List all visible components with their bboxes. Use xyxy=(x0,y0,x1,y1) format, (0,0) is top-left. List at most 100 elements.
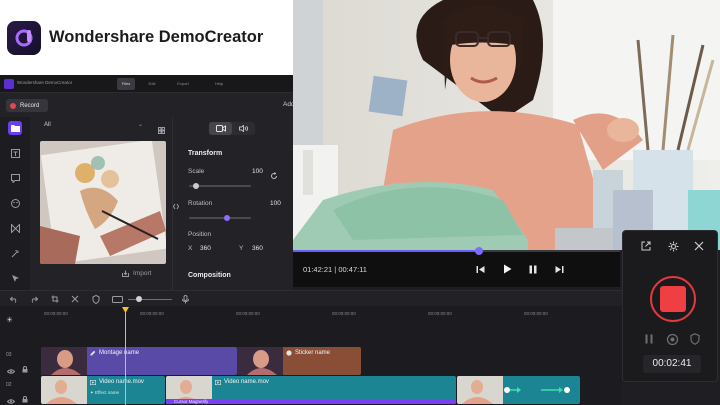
scale-slider-knob[interactable] xyxy=(193,183,199,189)
mark-shield-icon[interactable] xyxy=(91,294,101,304)
microphone-icon[interactable] xyxy=(180,294,190,304)
chevron-down-icon[interactable]: ⌄ xyxy=(138,121,143,128)
playback-progress-knob[interactable] xyxy=(475,247,484,255)
reset-icon[interactable] xyxy=(270,167,278,185)
play-icon[interactable] xyxy=(500,262,514,276)
clip-effect-name: ✦ Effect name xyxy=(90,390,119,396)
fit-timeline-icon[interactable] xyxy=(111,294,123,304)
window-title: Wondershare DemoCreator xyxy=(17,80,73,85)
ruler-label: 00:00:00:00 xyxy=(140,311,164,316)
sidebar-cursor-icon[interactable] xyxy=(8,271,22,285)
clip-name: Video name.mov xyxy=(224,379,269,385)
current-time: 01:42:21 xyxy=(303,265,333,274)
player-controls: 01:42:21 | 00:47:11 xyxy=(293,247,620,287)
split-icon[interactable] xyxy=(70,294,80,304)
collapse-handle-icon[interactable] xyxy=(172,197,180,215)
video-clip-transition[interactable] xyxy=(457,376,580,404)
open-external-icon[interactable] xyxy=(639,239,653,253)
crop-icon[interactable] xyxy=(50,294,60,304)
shield-icon[interactable] xyxy=(687,331,703,347)
cursor-effect-bar[interactable]: Cursor Magnetify xyxy=(166,399,456,404)
rotation-slider[interactable] xyxy=(189,217,251,219)
clip-label: Sticker name xyxy=(286,350,330,356)
clip-thumbnail xyxy=(41,347,87,375)
lock-icon[interactable] xyxy=(22,390,28,405)
properties-panel: Transform Scale 100 Rotation 100 Positio… xyxy=(172,117,293,290)
tab-files[interactable]: Files xyxy=(117,78,135,90)
sidebar-media-icon[interactable] xyxy=(8,121,22,135)
media-thumbnail[interactable] xyxy=(40,141,166,264)
undo-icon[interactable] xyxy=(9,294,19,304)
rotation-value[interactable]: 100 xyxy=(270,200,281,207)
sidebar-text-icon[interactable] xyxy=(8,146,22,160)
playback-progress-bar[interactable] xyxy=(293,247,620,255)
tab-edit[interactable]: Edit xyxy=(143,78,161,90)
tab-help[interactable]: Help xyxy=(210,78,228,90)
close-icon[interactable] xyxy=(692,239,706,253)
democreator-logo-icon xyxy=(7,20,41,55)
video-clip[interactable]: Video name.mov ✦ Effect name xyxy=(41,376,165,404)
sidebar-transitions-icon[interactable] xyxy=(8,221,22,235)
ruler-label: 00:00:00:00 xyxy=(44,311,68,316)
record-dot-icon xyxy=(10,102,16,109)
video-tab-button[interactable] xyxy=(209,122,232,135)
clip-name: Montage name xyxy=(99,350,140,356)
video-clip[interactable]: Video name.mov Cursor Magnetify xyxy=(166,376,456,404)
pause-recording-icon[interactable] xyxy=(641,331,657,347)
media-library-panel: All ⌄ Import xyxy=(30,117,172,290)
sticker-clip[interactable]: Sticker name xyxy=(237,347,361,375)
import-label: Import xyxy=(133,270,152,277)
sidebar-annotation-icon[interactable] xyxy=(8,171,22,185)
stop-recording-button[interactable] xyxy=(650,276,696,322)
screenshot-root: Wondershare DemoCreator Wondershare Demo… xyxy=(0,0,720,405)
video-file-icon xyxy=(90,379,96,385)
scale-value[interactable]: 100 xyxy=(252,168,263,175)
import-icon xyxy=(122,270,129,277)
camera-icon xyxy=(215,125,226,132)
sidebar-stickers-icon[interactable] xyxy=(8,196,22,210)
brand-header: Wondershare DemoCreator xyxy=(0,0,293,75)
record-label: Record xyxy=(20,102,40,109)
position-x-label: X xyxy=(188,245,193,252)
add-track-icon[interactable] xyxy=(6,310,13,328)
audio-tab-button[interactable] xyxy=(232,122,255,135)
restart-recording-icon[interactable] xyxy=(664,331,680,347)
app-logo-icon xyxy=(4,79,14,89)
tab-export[interactable]: Export xyxy=(174,78,192,90)
clip-thumbnail xyxy=(237,347,283,375)
zoom-slider-knob[interactable] xyxy=(136,296,142,302)
top-toolbar: Record Add xyxy=(0,95,295,115)
speaker-icon xyxy=(239,125,248,132)
playhead[interactable] xyxy=(122,307,129,405)
pause-icon[interactable] xyxy=(526,262,540,276)
position-y-label: Y xyxy=(239,245,244,252)
clip-label: Video name.mov xyxy=(215,379,269,385)
grid-view-icon[interactable] xyxy=(158,121,165,139)
position-x-value[interactable]: 360 xyxy=(200,245,211,252)
track-header: 02 xyxy=(0,377,38,405)
recording-timer: 00:02:41 xyxy=(643,355,701,373)
rotation-slider-knob[interactable] xyxy=(224,215,230,221)
eye-icon[interactable] xyxy=(6,391,16,405)
recorder-panel: 00:02:41 xyxy=(622,230,718,382)
record-button[interactable]: Record xyxy=(6,99,48,112)
ruler-label: 00:00:00:00 xyxy=(428,311,452,316)
timeline-toolbar xyxy=(0,290,622,306)
sidebar-effects-icon[interactable] xyxy=(8,246,22,260)
timeline: 00:00:00:00 00:00:00:00 00:00:00:00 00:0… xyxy=(0,290,622,405)
skip-forward-icon[interactable] xyxy=(552,262,566,276)
composition-heading: Composition xyxy=(188,272,231,279)
video-preview[interactable] xyxy=(293,0,720,250)
settings-gear-icon[interactable] xyxy=(666,239,680,253)
playback-progress-fill xyxy=(293,250,480,252)
media-filter-select[interactable]: All xyxy=(44,122,51,128)
position-y-value[interactable]: 360 xyxy=(252,245,263,252)
import-button[interactable]: Import xyxy=(122,270,151,277)
skip-back-icon[interactable] xyxy=(473,262,487,276)
scale-label: Scale xyxy=(188,168,205,175)
zoom-slider[interactable] xyxy=(128,299,172,300)
redo-icon[interactable] xyxy=(29,294,39,304)
lock-icon[interactable] xyxy=(22,360,28,378)
montage-clip[interactable]: Montage name xyxy=(41,347,237,375)
timeline-ruler: 00:00:00:00 00:00:00:00 00:00:00:00 00:0… xyxy=(0,308,622,323)
